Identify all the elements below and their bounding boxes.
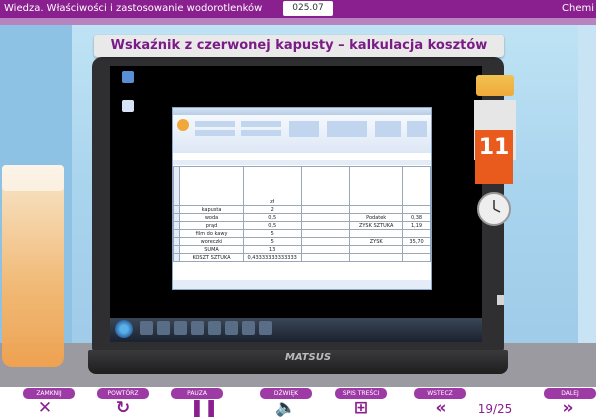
summary-label-cell[interactable] <box>349 229 404 238</box>
summary-value-cell[interactable]: 35,70 <box>402 237 431 246</box>
double-chevron-left-icon[interactable]: « <box>424 398 458 418</box>
taskbar-button[interactable] <box>191 321 204 335</box>
summary-value-cell[interactable] <box>402 229 431 238</box>
summary-value-cell[interactable] <box>402 205 431 214</box>
ribbon-group[interactable] <box>327 121 367 137</box>
slide-title: Wskaźnik z czerwonej kapusty – kalkulacj… <box>110 38 488 53</box>
top-bar: Wiedza. Właściwości i zastosowanie wodor… <box>0 0 596 18</box>
item-label-cell[interactable]: KOSZT SZTUKA <box>179 253 244 262</box>
slide-title-plate: Wskaźnik z czerwonej kapusty – kalkulacj… <box>94 35 504 57</box>
table-row: woreczki 5 ZYSK 35,70 <box>172 237 431 246</box>
clock-face-icon <box>493 200 501 213</box>
table-cell[interactable] <box>402 166 431 206</box>
table-row: prąd 0,5 ZYSK SZTUKA 1,19 <box>172 221 431 230</box>
table-cell[interactable] <box>300 205 351 214</box>
table-cell[interactable] <box>300 229 351 238</box>
ribbon-group[interactable] <box>375 121 401 137</box>
speaker-icon[interactable]: 🔈 <box>269 398 303 418</box>
table-cell[interactable] <box>300 253 351 262</box>
lesson-code: 025.07 <box>283 1 333 16</box>
taskbar-button[interactable] <box>174 321 187 335</box>
item-value-cell[interactable]: 5 <box>242 229 302 238</box>
calendar-gadget: 11 <box>475 130 513 184</box>
spreadsheet-grid: zł kapusta 2 woda 0,5 Podatek 0,38 prąd … <box>172 166 431 262</box>
summary-label-cell[interactable]: ZYSK <box>349 237 404 246</box>
start-button-icon[interactable] <box>115 320 133 338</box>
summary-label-cell[interactable] <box>349 205 404 214</box>
taskbar-button[interactable] <box>140 321 153 335</box>
ribbon-group[interactable] <box>195 121 235 127</box>
sheet-tabs[interactable] <box>173 280 431 289</box>
table-cell[interactable] <box>349 166 404 206</box>
ribbon-group[interactable] <box>241 121 281 127</box>
column-headers <box>173 160 431 165</box>
subject-label: Chemi <box>562 3 594 14</box>
table-cell[interactable] <box>300 213 351 222</box>
item-value-cell[interactable]: 0,5 <box>242 213 302 222</box>
calendar-day: 11 <box>478 135 510 160</box>
item-label-cell[interactable]: kapusta <box>179 205 244 214</box>
table-row: KOSZT SZTUKA 0,43333333333333 <box>172 253 431 262</box>
taskbar-button[interactable] <box>242 321 255 335</box>
pause-icon[interactable]: ❚❚ <box>187 398 221 418</box>
item-label-cell[interactable]: prąd <box>179 221 244 230</box>
taskbar-button[interactable] <box>157 321 170 335</box>
summary-value-cell[interactable]: 1,19 <box>402 221 431 230</box>
item-value-cell[interactable]: 0,43333333333333 <box>242 253 302 262</box>
taskbar-button[interactable] <box>225 321 238 335</box>
item-value-cell[interactable]: 0,5 <box>242 221 302 230</box>
computer-icon[interactable] <box>122 71 134 83</box>
taskbar-button[interactable] <box>208 321 221 335</box>
repeat-icon[interactable]: ↻ <box>106 398 140 418</box>
ribbon-group[interactable] <box>407 121 427 137</box>
ribbon-group[interactable] <box>195 130 235 136</box>
table-cell[interactable] <box>179 166 244 206</box>
course-title: Wiedza. Właściwości i zastosowanie wodor… <box>4 3 263 14</box>
item-value-cell[interactable]: 13 <box>242 245 302 254</box>
item-label-cell[interactable]: woda <box>179 213 244 222</box>
header-unit-cell[interactable]: zł <box>242 166 302 206</box>
table-row: woda 0,5 Podatek 0,38 <box>172 213 431 222</box>
spreadsheet-ribbon <box>173 115 431 153</box>
table-row: kapusta 2 <box>172 205 431 214</box>
sitemap-icon[interactable]: ⊞ <box>344 398 378 418</box>
summary-label-cell[interactable] <box>349 245 404 254</box>
juice-glass-rim <box>2 165 64 191</box>
recycle-bin-icon[interactable] <box>497 295 504 305</box>
table-row: film do kawy 5 <box>172 229 431 238</box>
taskbar-button[interactable] <box>259 321 272 335</box>
close-icon[interactable]: ✕ <box>28 398 62 418</box>
spreadsheet-titlebar <box>173 108 431 115</box>
item-label-cell[interactable]: SUMA <box>179 245 244 254</box>
table-row: zł <box>172 166 431 206</box>
summary-label-cell[interactable] <box>349 253 404 262</box>
item-value-cell[interactable]: 2 <box>242 205 302 214</box>
item-label-cell[interactable]: woreczki <box>179 237 244 246</box>
weather-gadget <box>476 75 514 96</box>
table-cell[interactable] <box>300 245 351 254</box>
summary-value-cell[interactable]: 0,38 <box>402 213 431 222</box>
juice-glass <box>2 165 64 367</box>
clock-gadget <box>477 192 511 226</box>
office-button-icon[interactable] <box>177 119 189 131</box>
spreadsheet-window: zł kapusta 2 woda 0,5 Podatek 0,38 prąd … <box>172 107 432 290</box>
summary-value-cell[interactable] <box>402 253 431 262</box>
table-cell[interactable] <box>300 237 351 246</box>
table-cell[interactable] <box>300 166 351 206</box>
double-chevron-right-icon[interactable]: » <box>551 398 585 418</box>
ribbon-group[interactable] <box>241 130 281 136</box>
summary-label-cell[interactable]: ZYSK SZTUKA <box>349 221 404 230</box>
summary-label-cell[interactable]: Podatek <box>349 213 404 222</box>
table-cell[interactable] <box>300 221 351 230</box>
top-sub-bar <box>0 18 596 25</box>
ribbon-group[interactable] <box>289 121 319 137</box>
page-indicator: 19/25 <box>477 402 513 416</box>
item-value-cell[interactable]: 5 <box>242 237 302 246</box>
summary-value-cell[interactable] <box>402 245 431 254</box>
laptop-brand: MATSUS <box>284 352 332 363</box>
item-label-cell[interactable]: film do kawy <box>179 229 244 238</box>
table-row: SUMA 13 <box>172 245 431 254</box>
wall-right <box>578 25 596 387</box>
network-icon[interactable] <box>122 100 134 112</box>
